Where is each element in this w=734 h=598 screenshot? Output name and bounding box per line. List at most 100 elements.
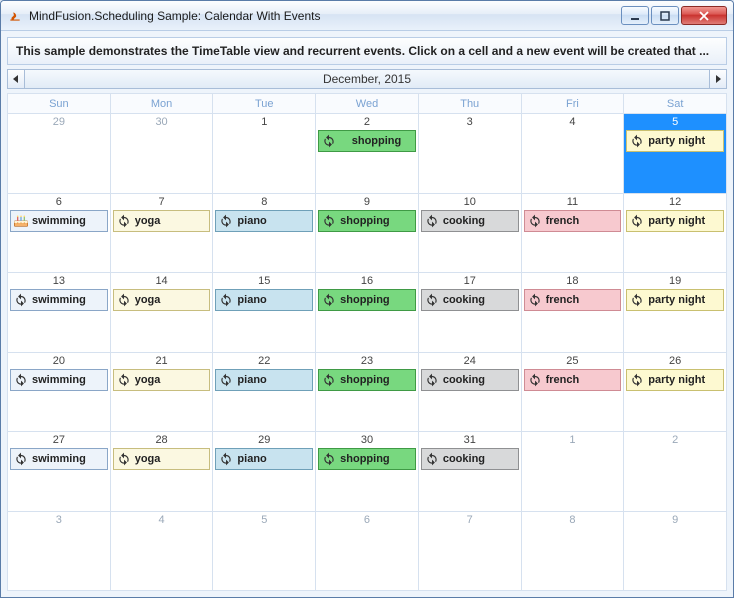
calendar-event[interactable]: yoga (113, 289, 211, 311)
calendar-event[interactable]: swimming (10, 289, 108, 311)
event-label: party night (648, 294, 721, 306)
recurring-icon (424, 292, 440, 308)
calendar-cell[interactable]: 1 (213, 114, 316, 194)
calendar-cell[interactable]: 2 (624, 432, 727, 512)
calendar-event[interactable]: party night (626, 289, 724, 311)
calendar-cell[interactable]: 25french (522, 353, 625, 433)
calendar-cell[interactable]: 29 (8, 114, 111, 194)
calendar-event[interactable]: yoga (113, 448, 211, 470)
prev-month-button[interactable] (7, 69, 25, 89)
calendar-cell[interactable]: 20swimming (8, 353, 111, 433)
calendar-cell[interactable]: 8 (522, 512, 625, 592)
calendar-event[interactable]: swimming (10, 369, 108, 391)
calendar-cell[interactable]: 2shopping (316, 114, 419, 194)
calendar-cell[interactable]: 10cooking (419, 194, 522, 274)
calendar-event[interactable]: piano (215, 210, 313, 232)
calendar-cell[interactable]: 3 (8, 512, 111, 592)
calendar-event[interactable]: shopping (318, 210, 416, 232)
calendar-event[interactable]: piano (215, 448, 313, 470)
calendar-event[interactable]: piano (215, 289, 313, 311)
recurring-icon (424, 451, 440, 467)
recurring-icon (218, 451, 234, 467)
calendar-cell[interactable]: 4 (522, 114, 625, 194)
titlebar[interactable]: MindFusion.Scheduling Sample: Calendar W… (1, 1, 733, 31)
calendar-cell[interactable]: 19party night (624, 273, 727, 353)
calendar-cell[interactable]: 7yoga (111, 194, 214, 274)
calendar-cell[interactable]: 31cooking (419, 432, 522, 512)
day-number: 30 (111, 114, 213, 129)
calendar-event[interactable]: party night (626, 210, 724, 232)
calendar-event[interactable]: french (524, 369, 622, 391)
calendar-event[interactable]: french (524, 289, 622, 311)
day-number: 6 (8, 194, 110, 209)
day-number: 10 (419, 194, 521, 209)
day-number: 2 (624, 432, 726, 447)
calendar-cell[interactable]: 5party night (624, 114, 727, 194)
calendar-cell[interactable]: 6swimming (8, 194, 111, 274)
calendar-cell[interactable]: 29piano (213, 432, 316, 512)
day-header: Mon (111, 94, 214, 114)
calendar-cell[interactable]: 28yoga (111, 432, 214, 512)
calendar-event[interactable]: yoga (113, 210, 211, 232)
day-number: 3 (419, 114, 521, 129)
event-label: yoga (135, 215, 208, 227)
calendar-cell[interactable]: 1 (522, 432, 625, 512)
calendar-cell[interactable]: 7 (419, 512, 522, 592)
recurring-icon (629, 133, 645, 149)
calendar-cell[interactable]: 16shopping (316, 273, 419, 353)
calendar-event[interactable]: shopping (318, 289, 416, 311)
calendar-event[interactable]: shopping (318, 448, 416, 470)
calendar-event[interactable]: swimming (10, 448, 108, 470)
calendar-cell[interactable]: 30shopping (316, 432, 419, 512)
calendar-event[interactable]: cooking (421, 289, 519, 311)
day-number: 18 (522, 273, 624, 288)
calendar-cell[interactable]: 22piano (213, 353, 316, 433)
calendar-event[interactable]: party night (626, 130, 724, 152)
month-title[interactable]: December, 2015 (25, 69, 709, 89)
calendar-cell[interactable]: 8piano (213, 194, 316, 274)
calendar-event[interactable]: yoga (113, 369, 211, 391)
calendar-event[interactable]: cooking (421, 210, 519, 232)
calendar-cell[interactable]: 4 (111, 512, 214, 592)
calendar-cell[interactable]: 12party night (624, 194, 727, 274)
recurring-icon (527, 372, 543, 388)
calendar-cell[interactable]: 13swimming (8, 273, 111, 353)
calendar-cell[interactable]: 9shopping (316, 194, 419, 274)
calendar-cell[interactable]: 9 (624, 512, 727, 592)
calendar-cell[interactable]: 15piano (213, 273, 316, 353)
day-number: 29 (8, 114, 110, 129)
calendar-event[interactable]: swimming (10, 210, 108, 232)
calendar-event[interactable]: piano (215, 369, 313, 391)
day-number: 29 (213, 432, 315, 447)
calendar-event[interactable]: french (524, 210, 622, 232)
recurring-icon (13, 372, 29, 388)
event-label: party night (648, 135, 721, 147)
recurring-icon (218, 372, 234, 388)
calendar-cell[interactable]: 3 (419, 114, 522, 194)
calendar-cell[interactable]: 30 (111, 114, 214, 194)
calendar-cell[interactable]: 21yoga (111, 353, 214, 433)
calendar-event[interactable]: cooking (421, 369, 519, 391)
calendar-cell[interactable]: 18french (522, 273, 625, 353)
minimize-button[interactable] (621, 6, 649, 25)
calendar-cell[interactable]: 11french (522, 194, 625, 274)
next-month-button[interactable] (709, 69, 727, 89)
calendar-cell[interactable]: 23shopping (316, 353, 419, 433)
calendar-event[interactable]: cooking (421, 448, 519, 470)
calendar-cell[interactable]: 14yoga (111, 273, 214, 353)
calendar-cell[interactable]: 6 (316, 512, 419, 592)
maximize-button[interactable] (651, 6, 679, 25)
java-icon (7, 8, 23, 24)
event-label: piano (237, 215, 310, 227)
event-label: french (546, 215, 619, 227)
calendar-cell[interactable]: 26party night (624, 353, 727, 433)
calendar-cell[interactable]: 5 (213, 512, 316, 592)
close-button[interactable] (681, 6, 727, 25)
day-number: 1 (522, 432, 624, 447)
calendar-event[interactable]: shopping (318, 130, 416, 152)
calendar-cell[interactable]: 24cooking (419, 353, 522, 433)
calendar-event[interactable]: shopping (318, 369, 416, 391)
calendar-cell[interactable]: 17cooking (419, 273, 522, 353)
calendar-event[interactable]: party night (626, 369, 724, 391)
calendar-cell[interactable]: 27swimming (8, 432, 111, 512)
